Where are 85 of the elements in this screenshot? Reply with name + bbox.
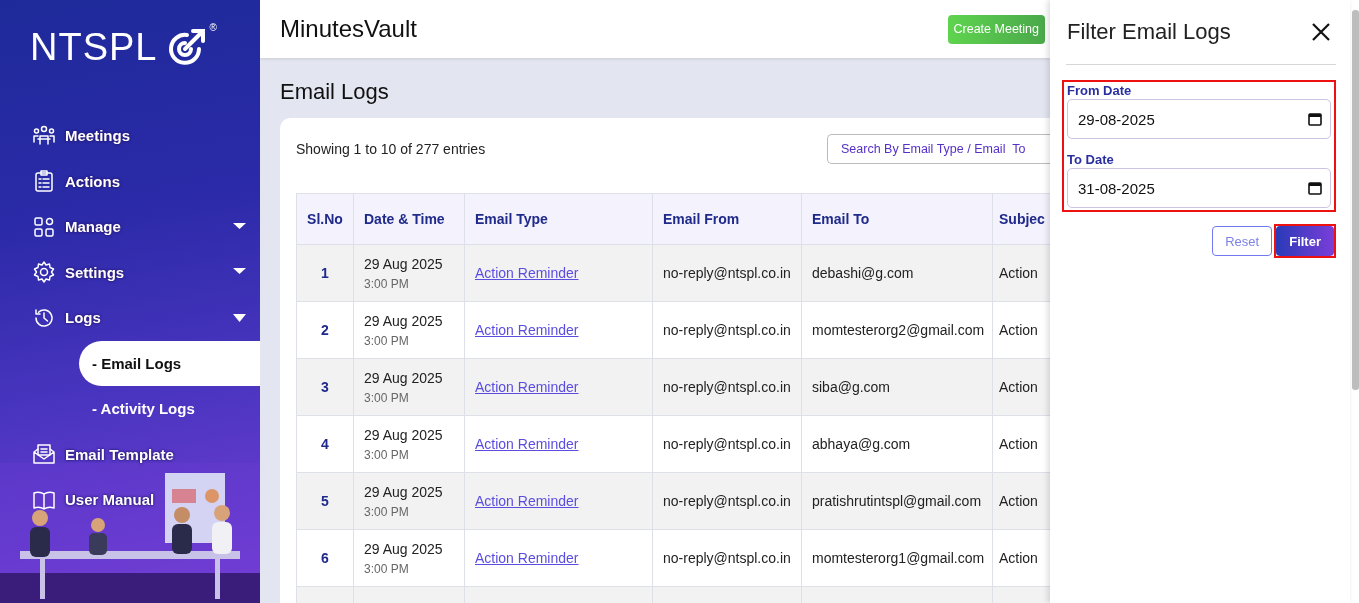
submenu-item[interactable]: - Activity Logs	[79, 386, 260, 432]
table-cell: pratishrutintspl@gmail.com	[812, 493, 982, 509]
nav-label: User Manual	[65, 491, 156, 509]
table-cell: Action	[999, 322, 1038, 338]
column-header: Email From	[652, 193, 802, 245]
table-cell: siba@g.com	[812, 379, 891, 395]
time-text: 3:00 PM	[364, 276, 410, 291]
entries-info: Showing 1 to 10 of 277 entries	[296, 141, 486, 157]
nav-item[interactable]: Email Template	[0, 431, 260, 477]
nav-item[interactable]: Settings	[0, 249, 260, 295]
nav-item[interactable]: Logs	[0, 295, 260, 341]
email-type-link[interactable]: Action Reminder	[475, 265, 579, 281]
table-cell: Action	[999, 265, 1038, 281]
envelope-icon	[32, 442, 56, 467]
registered-mark: ®	[209, 22, 217, 33]
calendar-icon	[1308, 112, 1322, 126]
nav-label: Meetings	[65, 127, 131, 145]
date-field[interactable]: 29-08-2025	[1067, 99, 1331, 139]
table-cell: 1	[321, 265, 329, 281]
date-field[interactable]: 31-08-2025	[1067, 168, 1331, 208]
table-cell: Action	[999, 550, 1038, 566]
clipboard-icon	[32, 169, 56, 194]
gear-icon	[32, 260, 56, 285]
date-text: 29 Aug 2025	[364, 369, 444, 386]
email-type-link[interactable]: Action Reminder	[475, 322, 579, 338]
nav-item[interactable]: Actions	[0, 158, 260, 204]
page-title: Email Logs	[280, 78, 390, 106]
table-cell: 6	[321, 550, 329, 566]
people-icon	[32, 123, 56, 148]
email-type-link[interactable]: Action Reminder	[475, 550, 579, 566]
column-header: Email Type	[464, 193, 653, 245]
calendar-icon	[1308, 181, 1322, 195]
table-cell: no-reply@ntspl.co.in	[663, 550, 791, 566]
date-text: 29 Aug 2025	[364, 312, 444, 329]
nav-label: Settings	[65, 263, 126, 281]
close-icon[interactable]	[1312, 23, 1330, 41]
field-label: From Date	[1067, 83, 1133, 99]
nav-item[interactable]: User Manual	[0, 477, 260, 523]
email-type-link[interactable]: Action Reminder	[475, 436, 579, 452]
table-cell: Action	[999, 379, 1038, 395]
email-type-link[interactable]: Action Reminder	[475, 379, 579, 395]
scrollbar[interactable]	[1352, 10, 1359, 390]
table-cell: no-reply@ntspl.co.in	[663, 265, 791, 281]
app-title: MinutesVault	[280, 15, 417, 43]
table-cell: no-reply@ntspl.co.in	[663, 493, 791, 509]
column-header: Date & Time	[353, 193, 465, 245]
table-cell: no-reply@ntspl.co.in	[663, 322, 791, 338]
nav-item[interactable]: Manage	[0, 204, 260, 250]
nav-label: Email Template	[65, 445, 175, 463]
table-cell: no-reply@ntspl.co.in	[663, 436, 791, 452]
nav-label: Manage	[65, 218, 122, 236]
time-text: 3:00 PM	[364, 561, 410, 576]
field-label: To Date	[1067, 152, 1115, 168]
column-header: Subjec	[992, 193, 1050, 245]
logo-text: NTSPL	[30, 26, 158, 69]
table-cell: Action	[999, 436, 1038, 452]
nav-label: Logs	[65, 309, 102, 327]
table-cell: momtesterorg1@gmail.com	[812, 550, 985, 566]
date-text: 29 Aug 2025	[364, 255, 444, 272]
table-cell: no-reply@ntspl.co.in	[663, 379, 791, 395]
table-cell: Action	[999, 493, 1038, 509]
time-text: 3:00 PM	[364, 333, 410, 348]
time-text: 3:00 PM	[364, 390, 410, 405]
time-text: 3:00 PM	[364, 504, 410, 519]
search-field[interactable]: Search By Email Type / Email To	[827, 134, 1050, 164]
table-cell: 5	[321, 493, 329, 509]
grid-icon	[32, 214, 56, 239]
table-cell: abhaya@g.com	[812, 436, 911, 452]
nav-label: Actions	[65, 172, 121, 190]
time-text: 3:00 PM	[364, 447, 410, 462]
date-text: 29 Aug 2025	[364, 540, 444, 557]
table-cell: 2	[321, 322, 329, 338]
table-cell: debashi@g.com	[812, 265, 914, 281]
email-type-link[interactable]: Action Reminder	[475, 493, 579, 509]
table-cell: momtesterorg2@gmail.com	[812, 322, 985, 338]
date-text: 29 Aug 2025	[364, 426, 444, 443]
date-text: 29 Aug 2025	[364, 483, 444, 500]
column-header: Sl.No	[296, 193, 354, 245]
table-cell: 3	[321, 379, 329, 395]
submenu-item[interactable]: - Email Logs	[79, 340, 260, 386]
filter-button[interactable]: Filter	[1276, 226, 1334, 256]
panel-title: Filter Email Logs	[1067, 19, 1231, 45]
nav-item[interactable]: Meetings	[0, 113, 260, 159]
table-cell: 4	[321, 436, 329, 452]
column-header: Email To	[801, 193, 993, 245]
